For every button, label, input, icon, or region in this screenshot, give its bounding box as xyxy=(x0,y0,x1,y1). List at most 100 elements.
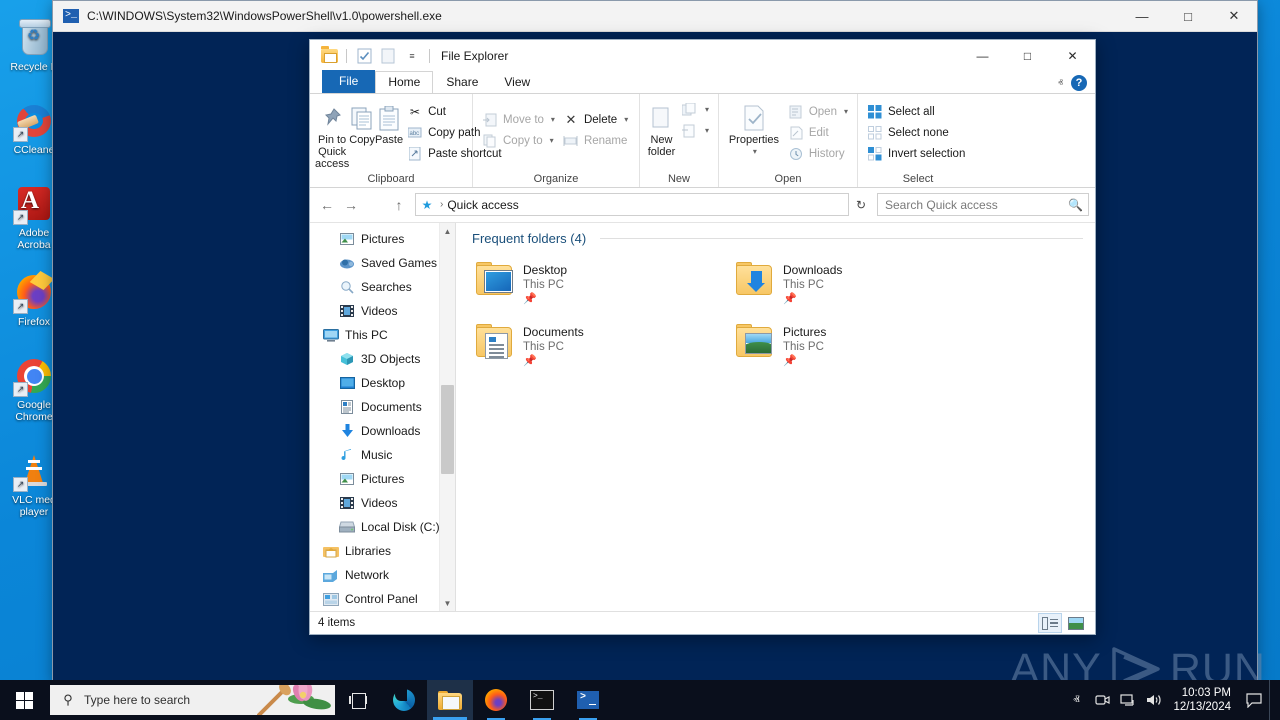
nav-item-videos[interactable]: Videos xyxy=(310,299,455,323)
large-icons-view-button[interactable] xyxy=(1065,614,1087,632)
nav-item-libraries[interactable]: Libraries xyxy=(310,539,455,563)
taskbar-search-box[interactable]: ⚲ Type here to search xyxy=(50,685,335,715)
start-button[interactable] xyxy=(0,680,48,720)
new-folder-button[interactable]: New folder xyxy=(645,97,678,158)
new-folder-icon[interactable] xyxy=(378,46,398,66)
delete-button[interactable]: ✕ Delete ▾ xyxy=(559,109,632,130)
chevron-down-icon[interactable]: ▾ xyxy=(550,136,554,145)
rename-button[interactable]: Rename xyxy=(559,130,632,151)
nav-item-pictures[interactable]: Pictures xyxy=(310,227,455,251)
tab-file[interactable]: File xyxy=(322,70,375,93)
chevron-down-icon[interactable]: ▾ xyxy=(844,107,848,116)
nav-item-network[interactable]: Network xyxy=(310,563,455,587)
nav-item-videos-2[interactable]: Videos xyxy=(310,491,455,515)
folder-pictures-icon xyxy=(736,324,774,358)
folder-item-pictures[interactable]: Pictures This PC 📌 xyxy=(734,322,984,370)
file-explorer-window[interactable]: ≡ File Explorer — □ ✕ File Home Share Vi… xyxy=(309,39,1096,635)
collapse-ribbon-icon[interactable]: ⱏ xyxy=(1058,78,1063,89)
nav-item-pictures-2[interactable]: Pictures xyxy=(310,467,455,491)
recent-locations-button[interactable]: ⱟ xyxy=(364,194,386,216)
new-item-button[interactable]: ▾ xyxy=(678,99,713,120)
up-button[interactable]: ↑ xyxy=(388,194,410,216)
history-button[interactable]: History xyxy=(784,143,852,164)
content-pane[interactable]: ⱟ Frequent folders (4) Desktop This PC xyxy=(456,223,1095,611)
select-none-button[interactable]: Select none xyxy=(863,122,969,143)
nav-item-music[interactable]: Music xyxy=(310,443,455,467)
chevron-down-icon[interactable]: ▾ xyxy=(705,126,709,135)
tab-share[interactable]: Share xyxy=(433,72,491,93)
nav-item-saved-games[interactable]: Saved Games xyxy=(310,251,455,275)
explorer-minimize-button[interactable]: — xyxy=(960,40,1005,71)
nav-item-desktop[interactable]: Desktop xyxy=(310,371,455,395)
nav-item-3d-objects[interactable]: 3D Objects xyxy=(310,347,455,371)
nav-item-this-pc[interactable]: This PC xyxy=(310,323,455,347)
move-to-button[interactable]: Move to ▾ xyxy=(478,109,559,130)
search-box[interactable]: 🔍 xyxy=(877,193,1089,216)
breadcrumb-path[interactable]: Quick access xyxy=(447,198,518,212)
powershell-close-button[interactable]: ✕ xyxy=(1211,1,1257,31)
scrollbar-track[interactable] xyxy=(440,239,455,595)
copy-button[interactable]: Copy xyxy=(349,97,375,146)
pin-to-quick-access-button[interactable]: Pin to Quick access xyxy=(315,97,349,170)
nav-item-local-disk-c[interactable]: Local Disk (C:) xyxy=(310,515,455,539)
taskbar-firefox-button[interactable] xyxy=(473,680,519,720)
details-view-button[interactable] xyxy=(1038,613,1062,633)
folder-item-desktop[interactable]: Desktop This PC 📌 xyxy=(474,260,724,308)
select-all-button[interactable]: Select all xyxy=(863,101,969,122)
nav-item-searches[interactable]: Searches xyxy=(310,275,455,299)
show-desktop-button[interactable] xyxy=(1269,680,1276,720)
address-dropdown-icon[interactable]: ⱟ xyxy=(834,199,846,210)
volume-icon[interactable] xyxy=(1141,680,1167,720)
help-button[interactable]: ? xyxy=(1071,75,1087,91)
open-button[interactable]: Open ▾ xyxy=(784,101,852,122)
button-label: Pin to Quick xyxy=(315,134,349,158)
chevron-down-icon[interactable]: ▾ xyxy=(705,105,709,114)
paste-button[interactable]: Paste xyxy=(375,97,403,146)
invert-selection-button[interactable]: Invert selection xyxy=(863,143,969,164)
chevron-down-icon[interactable]: ▾ xyxy=(753,146,757,158)
folder-item-documents[interactable]: Documents This PC 📌 xyxy=(474,322,724,370)
scroll-up-arrow-icon[interactable]: ▲ xyxy=(440,223,455,239)
customize-qat-dropdown-icon[interactable]: ≡ xyxy=(402,46,422,66)
search-icon[interactable]: 🔍 xyxy=(1068,198,1083,212)
copy-to-button[interactable]: Copy to ▾ xyxy=(478,130,559,151)
nav-item-downloads[interactable]: Downloads xyxy=(310,419,455,443)
navigation-pane-scrollbar[interactable]: ▲ ▼ xyxy=(439,223,455,611)
address-bar[interactable]: ★ › Quick access ⱟ xyxy=(415,193,849,216)
explorer-close-button[interactable]: ✕ xyxy=(1050,40,1095,71)
powershell-minimize-button[interactable]: — xyxy=(1119,1,1165,31)
tab-home[interactable]: Home xyxy=(375,71,433,93)
search-input[interactable] xyxy=(883,197,1068,213)
network-icon[interactable] xyxy=(1115,680,1141,720)
taskbar-edge-button[interactable] xyxy=(381,680,427,720)
folder-item-downloads[interactable]: Downloads This PC 📌 xyxy=(734,260,984,308)
properties-button[interactable]: Properties ▾ xyxy=(724,97,784,158)
taskbar-file-explorer-button[interactable] xyxy=(427,680,473,720)
properties-checkmark-icon[interactable] xyxy=(354,46,374,66)
easy-access-button[interactable]: ▾ xyxy=(678,120,713,141)
nav-item-control-panel[interactable]: Control Panel xyxy=(310,587,455,611)
chevron-down-icon[interactable]: ▾ xyxy=(551,115,555,124)
powershell-maximize-button[interactable]: □ xyxy=(1165,1,1211,31)
back-button[interactable]: ← xyxy=(316,194,338,216)
frequent-folders-header[interactable]: ⱟ Frequent folders (4) xyxy=(466,231,1095,246)
explorer-folder-icon[interactable] xyxy=(319,46,339,66)
task-view-button[interactable] xyxy=(335,680,381,720)
edit-button[interactable]: Edit xyxy=(784,122,852,143)
explorer-titlebar[interactable]: ≡ File Explorer — □ ✕ xyxy=(310,40,1095,71)
taskbar-powershell-button[interactable] xyxy=(565,680,611,720)
chevron-down-icon[interactable]: ▾ xyxy=(624,115,628,124)
taskbar-command-prompt-button[interactable] xyxy=(519,680,565,720)
webcam-icon[interactable] xyxy=(1089,680,1115,720)
nav-item-documents[interactable]: Documents xyxy=(310,395,455,419)
forward-button[interactable]: → xyxy=(340,194,362,216)
explorer-maximize-button[interactable]: □ xyxy=(1005,40,1050,71)
action-center-button[interactable] xyxy=(1239,680,1269,720)
refresh-button[interactable]: ↻ xyxy=(851,198,871,212)
scroll-down-arrow-icon[interactable]: ▼ xyxy=(440,595,455,611)
show-hidden-icons-button[interactable]: ⱏ xyxy=(1063,680,1089,720)
taskbar-clock[interactable]: 10:03 PM 12/13/2024 xyxy=(1167,686,1239,714)
powershell-titlebar[interactable]: >_ C:\WINDOWS\System32\WindowsPowerShell… xyxy=(53,1,1257,32)
scrollbar-thumb[interactable] xyxy=(441,385,454,474)
tab-view[interactable]: View xyxy=(491,72,543,93)
